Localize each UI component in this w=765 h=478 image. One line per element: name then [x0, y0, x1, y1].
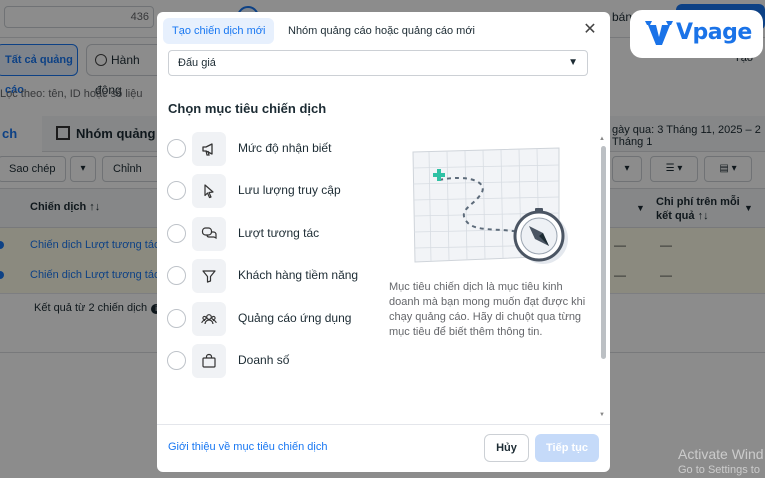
objective-option-app-promotion[interactable]: Quảng cáo ứng dụng: [167, 301, 367, 337]
scroll-down-arrow[interactable]: ▼: [599, 412, 605, 418]
objective-radio[interactable]: [167, 139, 186, 158]
buying-type-value: Đấu giá: [178, 57, 216, 69]
objective-radio[interactable]: [167, 181, 186, 200]
dialog-footer: Giới thiệu về mục tiêu chiến dịch Hủy Ti…: [157, 424, 610, 472]
objective-radio[interactable]: [167, 224, 186, 243]
objective-label: Lượt tương tác: [238, 226, 320, 240]
watermark-line-1: Activate Wind: [678, 446, 764, 462]
funnel-icon: [192, 259, 226, 293]
chevron-down-icon: ▼: [568, 57, 578, 68]
objective-option-leads[interactable]: Khách hàng tiềm năng: [167, 258, 367, 294]
megaphone-icon: [192, 132, 226, 166]
objective-option-sales[interactable]: Doanh số: [167, 343, 367, 379]
objective-radio[interactable]: [167, 266, 186, 285]
create-campaign-dialog: Tạo chiến dịch mới Nhóm quảng cáo hoặc q…: [157, 12, 610, 472]
map-compass-illustration: [412, 147, 568, 264]
objective-radio[interactable]: [167, 309, 186, 328]
close-icon[interactable]: ✕: [581, 20, 599, 40]
objective-label: Lưu lượng truy cập: [238, 183, 341, 197]
objective-option-engagement[interactable]: Lượt tương tác: [167, 216, 367, 252]
tab-new-campaign[interactable]: Tạo chiến dịch mới: [163, 18, 275, 44]
objective-label: Quảng cáo ứng dụng: [238, 311, 352, 325]
cursor-icon: [192, 174, 226, 208]
objective-radio[interactable]: [167, 351, 186, 370]
learn-about-objectives-link[interactable]: Giới thiệu về mục tiêu chiến dịch: [168, 441, 327, 453]
buying-type-select[interactable]: Đấu giá ▼: [168, 50, 588, 76]
scroll-up-arrow[interactable]: ▲: [599, 136, 605, 142]
chat-bubbles-icon: [192, 217, 226, 251]
watermark-line-2: Go to Settings to: [678, 464, 760, 476]
people-icon: [192, 302, 226, 336]
objective-option-traffic[interactable]: Lưu lượng truy cập: [167, 173, 367, 209]
vpage-logo-text: Vpage: [676, 20, 752, 45]
cancel-button[interactable]: Hủy: [484, 434, 529, 462]
continue-button[interactable]: Tiếp tục: [535, 434, 599, 462]
vpage-logo: Vpage: [630, 10, 763, 58]
dialog-scrollbar[interactable]: [601, 146, 606, 359]
vpage-logo-icon: [645, 21, 673, 45]
objective-section-title: Chọn mục tiêu chiến dịch: [168, 101, 327, 116]
shopping-bag-icon: [192, 344, 226, 378]
objective-label: Mức độ nhận biết: [238, 141, 332, 155]
objective-label: Doanh số: [238, 353, 290, 367]
activation-watermark: Activate Wind Go to Settings to: [678, 446, 764, 478]
tab-new-adset-or-ad[interactable]: Nhóm quảng cáo hoặc quảng cáo mới: [288, 18, 475, 44]
objective-description: Mục tiêu chiến dịch là mục tiêu kinh doa…: [389, 281, 586, 338]
objective-label: Khách hàng tiềm năng: [238, 268, 359, 282]
dialog-tabs: Tạo chiến dịch mới Nhóm quảng cáo hoặc q…: [157, 12, 610, 50]
objective-option-awareness[interactable]: Mức độ nhận biết: [167, 131, 367, 167]
